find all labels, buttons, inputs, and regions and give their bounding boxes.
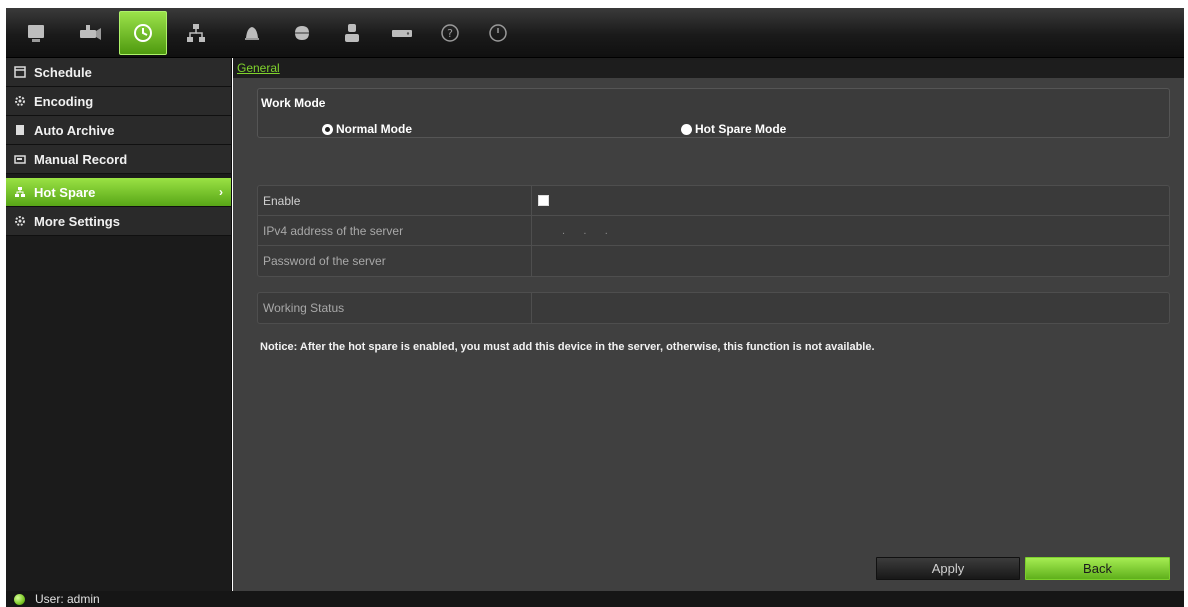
power-icon[interactable] <box>474 11 522 55</box>
status-bar: User: admin <box>6 591 1184 607</box>
password-field[interactable] <box>532 246 1169 276</box>
table-row-ipv4: IPv4 address of the server . . . <box>258 216 1169 246</box>
radio-checked-icon <box>322 123 333 135</box>
enable-label: Enable <box>258 186 532 215</box>
ipv4-label: IPv4 address of the server <box>258 216 532 245</box>
chevron-right-icon: › <box>219 185 223 199</box>
sidebar: Schedule Encoding Auto Archive Manual Re… <box>6 58 232 591</box>
sidebar-item-hot-spare[interactable]: Hot Spare › <box>6 178 231 207</box>
sidebar-item-schedule[interactable]: Schedule <box>6 58 231 87</box>
table-row-working-status: Working Status <box>258 293 1169 323</box>
schedule-icon <box>14 66 26 78</box>
notice-text: Notice: After the hot spare is enabled, … <box>260 341 875 353</box>
main-panel: General Work Mode Normal Mode Hot Spare … <box>233 58 1184 591</box>
manual-record-icon <box>14 153 26 165</box>
sidebar-item-label: Encoding <box>34 93 94 109</box>
hot-spare-settings-table: Enable IPv4 address of the server . . . … <box>257 185 1170 277</box>
top-toolbar: ? <box>6 8 1184 58</box>
svg-text:?: ? <box>447 27 453 40</box>
user-status-icon <box>14 593 25 605</box>
password-label: Password of the server <box>258 246 532 276</box>
sidebar-item-encoding[interactable]: Encoding <box>6 87 231 116</box>
hot-spare-icon <box>14 186 26 198</box>
hot-spare-mode-label: Hot Spare Mode <box>695 122 787 136</box>
apply-button[interactable]: Apply <box>876 557 1020 580</box>
working-status-table: Working Status <box>257 292 1170 324</box>
normal-mode-label: Normal Mode <box>336 122 413 136</box>
more-settings-icon <box>14 215 26 227</box>
user-icon[interactable] <box>328 11 376 55</box>
archive-icon <box>14 124 26 136</box>
sidebar-item-label: Schedule <box>34 64 92 80</box>
user-label: User: admin <box>35 592 100 606</box>
table-row-password: Password of the server <box>258 246 1169 276</box>
camera-icon[interactable] <box>66 11 114 55</box>
monitor-icon[interactable] <box>12 11 60 55</box>
network-icon[interactable] <box>172 11 220 55</box>
ptz-dome-icon[interactable] <box>278 11 326 55</box>
help-icon[interactable]: ? <box>426 11 474 55</box>
recording-clock-icon[interactable] <box>119 11 167 55</box>
table-row-enable: Enable <box>258 186 1169 216</box>
ipv4-address-field[interactable]: . . . <box>532 216 1169 245</box>
sidebar-item-label: Manual Record <box>34 151 128 167</box>
tab-general[interactable]: General <box>237 61 280 75</box>
working-status-label: Working Status <box>258 293 532 323</box>
back-button[interactable]: Back <box>1025 557 1170 580</box>
work-mode-title: Work Mode <box>261 96 326 110</box>
sidebar-item-label: Hot Spare <box>34 184 96 200</box>
sidebar-item-more-settings[interactable]: More Settings <box>6 207 231 236</box>
sidebar-item-auto-archive[interactable]: Auto Archive <box>6 116 231 145</box>
sidebar-item-label: Auto Archive <box>34 122 115 138</box>
radio-unchecked-icon <box>681 123 692 135</box>
sidebar-item-manual-record[interactable]: Manual Record <box>6 145 231 174</box>
enable-checkbox[interactable] <box>538 195 549 206</box>
tab-bar: General <box>233 58 1184 78</box>
alarm-bell-icon[interactable] <box>228 11 276 55</box>
normal-mode-radio[interactable]: Normal Mode <box>322 122 412 136</box>
hdd-icon[interactable] <box>378 11 426 55</box>
working-status-value <box>532 293 1169 323</box>
sidebar-item-label: More Settings <box>34 213 120 229</box>
encoding-icon <box>14 95 26 107</box>
hot-spare-mode-radio[interactable]: Hot Spare Mode <box>681 122 786 136</box>
